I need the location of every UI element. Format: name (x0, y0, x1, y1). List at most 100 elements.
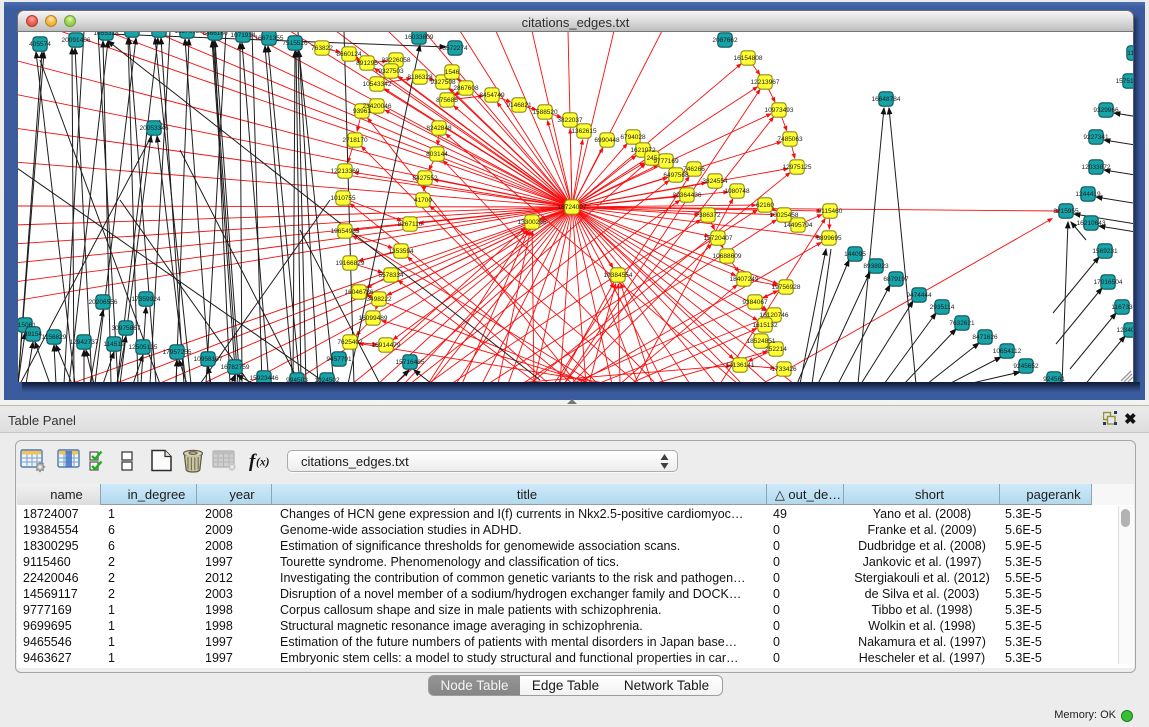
svg-text:891295: 891295 (356, 60, 378, 67)
svg-text:1527602: 1527602 (174, 32, 200, 35)
svg-text:3822037: 3822037 (557, 117, 583, 124)
svg-text:10543342: 10543342 (363, 81, 392, 88)
svg-text:17359924: 17359924 (132, 296, 161, 303)
svg-text:9329966: 9329966 (1093, 107, 1119, 114)
svg-text:6794028: 6794028 (620, 134, 646, 141)
svg-text:1156829: 1156829 (42, 334, 67, 341)
svg-text:8427552: 8427552 (412, 175, 438, 182)
svg-text:7625402: 7625402 (337, 339, 363, 346)
svg-text:114519: 114519 (103, 341, 125, 348)
svg-text:8938923: 8938923 (863, 263, 889, 270)
svg-text:10025458: 10025458 (770, 212, 799, 219)
svg-text:6990448: 6990448 (594, 137, 620, 144)
svg-text:9384067: 9384067 (742, 299, 768, 306)
svg-text:2935114: 2935114 (930, 304, 955, 311)
svg-text:9327503: 9327503 (378, 68, 404, 75)
svg-text:18407249: 18407249 (730, 276, 759, 283)
svg-text:7485063: 7485063 (777, 136, 803, 143)
svg-text:6879197: 6879197 (883, 276, 909, 283)
svg-text:19756928: 19756928 (772, 284, 801, 291)
svg-text:9327508: 9327508 (430, 79, 456, 86)
svg-text:14495794: 14495794 (784, 222, 813, 229)
svg-text:15923446: 15923446 (250, 375, 279, 382)
svg-text:15716485: 15716485 (396, 359, 425, 366)
svg-text:3572274: 3572274 (442, 45, 468, 52)
svg-text:803144: 803144 (426, 151, 448, 158)
svg-text:5578334: 5578334 (378, 272, 404, 279)
svg-text:763822: 763822 (311, 45, 333, 52)
svg-text:1733426: 1733426 (771, 366, 797, 373)
svg-text:19166829: 19166829 (336, 260, 365, 267)
svg-text:924561: 924561 (1043, 376, 1065, 382)
svg-text:10553287: 10553287 (145, 32, 174, 34)
svg-text:415061: 415061 (18, 322, 36, 329)
svg-text:15720407: 15720407 (704, 235, 733, 242)
svg-text:1621072: 1621072 (630, 147, 656, 154)
svg-text:19654985: 19654985 (331, 228, 360, 235)
svg-text:41700: 41700 (414, 197, 432, 204)
svg-text:19384554: 19384554 (604, 272, 633, 279)
svg-text:30975867: 30975867 (112, 325, 141, 332)
svg-text:875685: 875685 (436, 97, 458, 104)
svg-text:2867608: 2867608 (453, 85, 479, 92)
svg-text:8471626: 8471626 (972, 334, 998, 341)
svg-text:9457791: 9457791 (326, 356, 352, 363)
svg-text:39154: 39154 (24, 331, 42, 338)
svg-text:252214: 252214 (765, 346, 787, 353)
svg-text:1615132: 1615132 (752, 322, 778, 329)
svg-text:1546: 1546 (445, 69, 460, 76)
svg-text:18524851: 18524851 (747, 338, 776, 345)
svg-text:9115460: 9115460 (818, 208, 843, 215)
svg-text:1569231: 1569231 (1092, 248, 1118, 255)
svg-text:9146821: 9146821 (506, 102, 532, 109)
svg-text:20053346: 20053346 (140, 125, 169, 132)
svg-text:116733: 116733 (1111, 304, 1133, 311)
svg-text:2087662: 2087662 (712, 37, 738, 44)
svg-text:994503: 994503 (286, 377, 308, 382)
svg-text:16648784: 16648784 (872, 96, 901, 103)
svg-text:12213967: 12213967 (751, 79, 780, 86)
svg-text:10973493: 10973493 (765, 107, 794, 114)
svg-text:17016504: 17016504 (1094, 279, 1123, 286)
svg-text:16154808: 16154808 (734, 55, 763, 62)
svg-text:7386372: 7386372 (695, 212, 721, 219)
svg-text:10688609: 10688609 (713, 253, 742, 260)
svg-text:8215955: 8215955 (1053, 208, 1079, 215)
svg-text:1112: 1112 (1127, 50, 1133, 57)
svg-text:17957255: 17957255 (163, 349, 192, 356)
svg-text:14136141: 14136141 (726, 362, 755, 369)
svg-text:1143301: 1143301 (120, 32, 145, 34)
svg-text:3498222: 3498222 (366, 296, 392, 303)
svg-text:8454749: 8454749 (479, 92, 505, 99)
svg-text:3824554: 3824554 (702, 178, 728, 185)
svg-text:16210643: 16210643 (1077, 220, 1106, 227)
svg-text:1010755: 1010755 (330, 195, 356, 202)
svg-text:1588520: 1588520 (532, 109, 558, 116)
svg-text:15751074: 15751074 (1116, 78, 1133, 85)
svg-text:2718170: 2718170 (342, 137, 368, 144)
svg-text:93961: 93961 (353, 108, 371, 115)
svg-text:8267110: 8267110 (398, 221, 423, 228)
svg-text:1362615: 1362615 (571, 128, 597, 135)
svg-text:8186328: 8186328 (407, 74, 433, 81)
svg-text:405574: 405574 (29, 41, 51, 48)
svg-text:7515526: 7515526 (282, 40, 308, 47)
svg-text:1055328: 1055328 (93, 32, 119, 37)
svg-text:20206556: 20206556 (89, 299, 118, 306)
svg-text:144095: 144095 (844, 251, 866, 258)
svg-text:16782759: 16782759 (221, 364, 250, 371)
svg-text:9474444: 9474444 (906, 292, 932, 299)
svg-text:8660124: 8660124 (336, 51, 362, 58)
svg-text:6497568: 6497568 (663, 172, 689, 179)
svg-text:62160: 62160 (756, 202, 774, 209)
svg-text:16046736: 16046736 (345, 289, 374, 296)
svg-text:23226058: 23226058 (382, 57, 411, 64)
svg-text:9777169: 9777169 (653, 158, 679, 165)
svg-text:16671355: 16671355 (255, 35, 284, 42)
svg-text:10958107: 10958107 (194, 356, 223, 363)
svg-text:16914479: 16914479 (372, 342, 401, 349)
svg-text:(x): (x) (256, 457, 270, 469)
svg-text:20091406: 20091406 (62, 37, 91, 44)
svg-text:16120746: 16120746 (760, 312, 789, 319)
svg-text:8242848: 8242848 (426, 125, 452, 132)
